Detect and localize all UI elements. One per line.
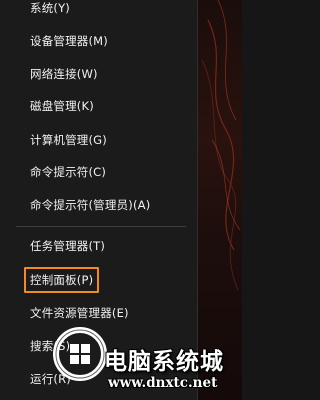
menu-item-control-panel[interactable]: 控制面板(P) [0,264,198,296]
menu-item-label: 计算机管理(G) [30,133,107,147]
menu-item-label: 设备管理器(M) [30,34,108,48]
menu-item-task-manager[interactable]: 任务管理器(T) [0,230,198,262]
watermark-url: www.dnxtc.net [108,375,218,391]
menu-item-disk-management[interactable]: 磁盘管理(K) [0,90,198,122]
menu-item-device-manager[interactable]: 设备管理器(M) [0,25,198,57]
menu-item-label: 文件资源管理器(E) [30,306,129,320]
menu-item-command-prompt[interactable]: 命令提示符(C) [0,156,198,188]
menu-item-label: 控制面板(P) [24,267,100,293]
menu-item-system[interactable]: 系统(Y) [0,0,198,24]
menu-item-command-prompt-admin[interactable]: 命令提示符(管理员)(A) [0,189,198,221]
watermark-logo-icon [52,326,108,382]
watermark-title: 电脑系统城 [104,349,224,375]
menu-item-computer-management[interactable]: 计算机管理(G) [0,124,198,156]
menu-item-network-connections[interactable]: 网络连接(W) [0,58,198,90]
menu-item-label: 命令提示符(C) [30,165,107,179]
menu-item-label: 任务管理器(T) [30,239,106,253]
menu-item-label: 命令提示符(管理员)(A) [30,198,151,212]
menu-item-label: 系统(Y) [30,1,70,15]
menu-item-label: 网络连接(W) [30,67,98,81]
menu-separator [16,226,186,227]
screen: 系统(Y) 设备管理器(M) 网络连接(W) 磁盘管理(K) 计算机管理(G) … [0,0,242,400]
menu-item-label: 磁盘管理(K) [30,99,94,113]
site-watermark: 电脑系统城 www.dnxtc.net [52,322,242,400]
